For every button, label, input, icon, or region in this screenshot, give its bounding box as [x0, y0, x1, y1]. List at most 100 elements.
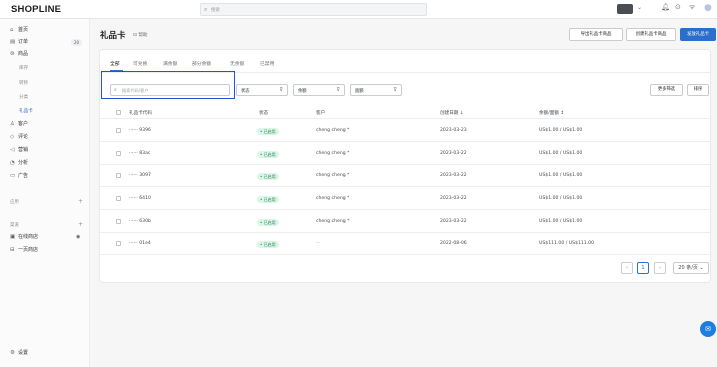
create-giftcard-product-button[interactable]: 创建礼品卡商品: [626, 28, 676, 41]
issue-giftcard-button[interactable]: 发放礼品卡: [680, 28, 716, 41]
balance-value: US$111.00 / US$111.00: [539, 241, 595, 246]
filter-icon: ⊽: [336, 87, 340, 93]
page-1-button[interactable]: 1: [637, 262, 649, 274]
row-checkbox[interactable]: [116, 196, 121, 201]
prev-page-button[interactable]: ‹: [621, 262, 633, 274]
bell-icon[interactable]: 🔔︎: [661, 3, 670, 11]
wifi-icon[interactable]: ᯤ: [689, 3, 695, 12]
sidebar-subitem-transfers[interactable]: 转移: [19, 79, 28, 88]
products-icon: ⊜: [10, 51, 15, 57]
filter-icon: ⊽: [393, 87, 397, 93]
add-channel-icon[interactable]: +: [78, 221, 83, 228]
customer-name[interactable]: cheng cheng *: [316, 128, 349, 133]
status-badge: • 已启用: [257, 219, 279, 226]
sidebar-subitem-inventory[interactable]: 库存: [19, 64, 28, 73]
created-date: 2023-03-22: [440, 196, 467, 201]
customer-name[interactable]: cheng cheng *: [316, 219, 349, 224]
sidebar-subitem-categories[interactable]: 分类: [19, 93, 28, 102]
tab-no-balance[interactable]: 无余额: [230, 60, 244, 67]
column-header-created-date[interactable]: 创建日期 ↓: [440, 110, 464, 116]
sidebar-item-settings[interactable]: ⚙ 设置: [10, 349, 88, 358]
tab-full-balance[interactable]: 满余额: [163, 60, 177, 67]
tab-disabled[interactable]: 已禁用: [260, 60, 274, 67]
row-checkbox[interactable]: [116, 173, 121, 178]
status-filter[interactable]: 状态 ⊽: [236, 84, 288, 96]
sidebar-group-channels: 渠道: [10, 223, 19, 228]
sidebar-item-orders[interactable]: ▤ 订单 20: [10, 38, 88, 47]
column-header-customer: 客户: [316, 111, 326, 116]
tab-partial-balance[interactable]: 部分余额: [192, 60, 211, 67]
sidebar-item-reviews[interactable]: ◇ 评论: [10, 133, 88, 142]
giftcard-code: ······ 83ac: [129, 151, 151, 156]
giftcard-code: ······ 01e4: [129, 241, 151, 246]
tab-redeemable[interactable]: 可兑换: [133, 60, 147, 67]
pos-icon: ⊟: [10, 247, 15, 253]
customer-name[interactable]: cheng cheng *: [316, 196, 349, 201]
ads-icon: ▭: [10, 173, 16, 179]
sidebar-subitem-giftcards[interactable]: 礼品卡: [19, 107, 33, 116]
created-date: 2023-03-23: [440, 128, 467, 133]
sidebar-item-online-store[interactable]: ▣ 在线商店 ◉: [10, 233, 88, 242]
sidebar-item-products[interactable]: ⊜ 商品: [10, 50, 88, 59]
status-badge: • 已启用: [257, 128, 279, 135]
status-badge: • 已启用: [257, 196, 279, 203]
export-giftcard-products-button[interactable]: 导出礼品卡商品: [569, 28, 623, 41]
denomination-filter[interactable]: 面额 ⊽: [350, 84, 402, 96]
sidebar-item-ads[interactable]: ▭ 广告: [10, 172, 88, 181]
select-all-checkbox[interactable]: [116, 110, 121, 115]
page-size-select[interactable]: 20 条/页 ⌄: [673, 262, 709, 274]
column-header-status: 状态: [259, 111, 269, 116]
sidebar-item-marketing[interactable]: ◁ 营销: [10, 146, 88, 155]
orders-icon: ▤: [10, 39, 16, 45]
status-badge: • 已启用: [257, 151, 279, 158]
row-checkbox[interactable]: [116, 241, 121, 246]
balance-value: US$1.00 / US$1.00: [539, 128, 583, 133]
row-checkbox[interactable]: [116, 128, 121, 133]
column-header-balance[interactable]: 余额/面额 ↕: [539, 110, 564, 116]
settings-icon: ⚙: [10, 350, 15, 356]
sidebar: ⌂ 首页 ▤ 订单 20 ⊜ 商品 库存 转移 分类 礼品卡 ♙ 客户 ◇ 评论 ◁ 营销 …: [0, 19, 90, 367]
eye-icon[interactable]: ◉: [76, 233, 80, 242]
add-app-icon[interactable]: +: [78, 198, 83, 205]
status-badge: • 已启用: [257, 173, 279, 180]
help-link[interactable]: ⊡ 帮助: [133, 32, 148, 38]
help-icon[interactable]: ⊙: [675, 3, 681, 11]
global-search-input[interactable]: ⌕ 搜索: [200, 3, 427, 16]
created-date: 2022-08-06: [440, 241, 467, 246]
online-store-icon: ▣: [10, 234, 16, 240]
page-title: 礼品卡: [100, 31, 126, 41]
shopline-logo[interactable]: SHOPLINE: [11, 4, 61, 15]
row-checkbox[interactable]: [116, 219, 121, 224]
balance-value: US$1.00 / US$1.00: [539, 219, 583, 224]
customers-icon: ♙: [10, 121, 15, 127]
row-divider: [100, 209, 710, 210]
status-badge: • 已启用: [257, 241, 279, 248]
store-switcher[interactable]: [617, 4, 633, 14]
sidebar-item-analytics[interactable]: ◔ 分析: [10, 159, 88, 168]
home-icon: ⌂: [10, 27, 14, 33]
created-date: 2023-03-22: [440, 173, 467, 178]
sidebar-item-home[interactable]: ⌂ 首页: [10, 26, 88, 35]
sidebar-item-customers[interactable]: ♙ 客户: [10, 120, 88, 129]
balance-filter[interactable]: 余额 ⊽: [293, 84, 345, 96]
customer-name[interactable]: cheng cheng *: [316, 151, 349, 156]
sidebar-item-one-page-store[interactable]: ⊟ 一页商店: [10, 246, 88, 255]
row-checkbox[interactable]: [116, 151, 121, 156]
more-filters-button[interactable]: 更多筛选: [650, 84, 683, 96]
row-divider: [100, 164, 710, 165]
analytics-icon: ◔: [10, 160, 15, 166]
customer-name[interactable]: cheng cheng *: [316, 173, 349, 178]
balance-value: US$1.00 / US$1.00: [539, 151, 583, 156]
sidebar-group-apps: 应用: [10, 200, 19, 205]
tab-all[interactable]: 全部: [110, 60, 120, 67]
chevron-down-icon[interactable]: ⌄: [637, 4, 642, 11]
chat-icon[interactable]: ✉: [700, 321, 716, 337]
column-header-code: 礼品卡代码: [129, 111, 152, 116]
next-page-button[interactable]: ›: [654, 262, 666, 274]
giftcard-code: ······ 630b: [129, 219, 151, 224]
sort-button[interactable]: 排序: [687, 84, 709, 96]
avatar-icon[interactable]: ●: [704, 3, 714, 15]
row-divider: [100, 141, 710, 142]
giftcard-code: ······ 6410: [129, 196, 151, 201]
row-divider: [100, 232, 710, 233]
